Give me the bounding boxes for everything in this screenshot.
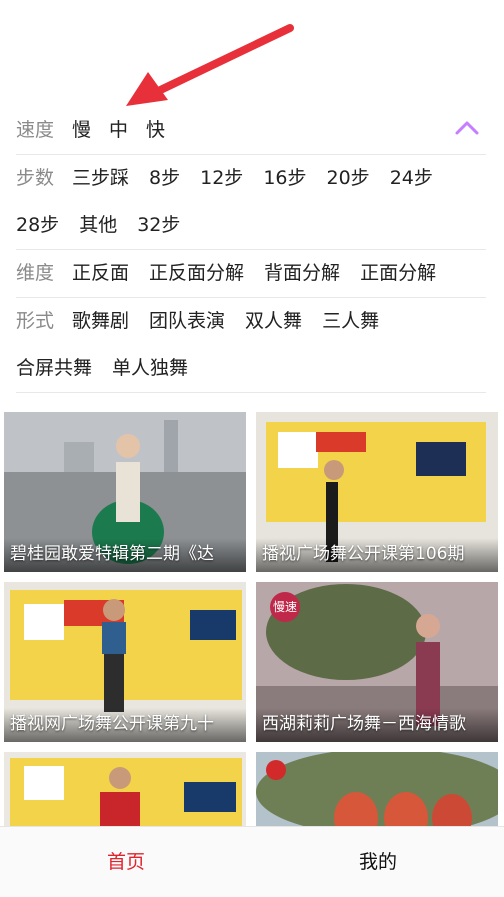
filter-row-form: 形式 歌舞剧 团队表演 双人舞 三人舞 合屏共舞 单人独舞: [16, 298, 486, 393]
filter-row-steps: 步数 三步踩 8步 12步 16步 20步 24步 28步 其他 32步: [16, 155, 486, 250]
speed-label: 速度: [16, 118, 55, 141]
form-label: 形式: [16, 310, 55, 332]
video-title: 播视网广场舞公开课第九十: [4, 708, 246, 742]
dimension-option[interactable]: 正面分解: [360, 250, 436, 297]
annotation-arrow-icon: [126, 24, 294, 106]
chevron-up-icon[interactable]: [454, 118, 480, 138]
bottom-tab-bar: 首页 我的: [0, 826, 504, 897]
video-thumbnail: [256, 752, 498, 826]
tab-mine[interactable]: 我的: [252, 827, 504, 897]
steps-option[interactable]: 16步: [263, 155, 306, 202]
form-option[interactable]: 歌舞剧: [72, 298, 129, 345]
steps-option[interactable]: 24步: [390, 155, 433, 202]
form-option[interactable]: 合屏共舞: [16, 345, 92, 392]
steps-option[interactable]: 其他: [79, 202, 117, 249]
steps-option[interactable]: 32步: [137, 202, 180, 249]
speed-option-medium[interactable]: 中: [109, 107, 128, 154]
form-option[interactable]: 双人舞: [245, 298, 302, 345]
video-card[interactable]: [4, 752, 246, 826]
filter-panel: 速度 慢 中 快 步数 三步踩 8步 12步 16步 20步 24步 28步 其…: [16, 106, 486, 393]
dimension-label: 维度: [16, 262, 55, 284]
video-card[interactable]: 碧桂园敢爱特辑第二期《达: [4, 412, 246, 572]
steps-label: 步数: [16, 167, 55, 189]
filter-row-dimension: 维度 正反面 正反面分解 背面分解 正面分解: [16, 250, 486, 298]
video-title: 碧桂园敢爱特辑第二期《达: [4, 538, 246, 572]
steps-option[interactable]: 8步: [149, 155, 180, 202]
tab-home[interactable]: 首页: [0, 827, 252, 897]
video-card[interactable]: 播视网广场舞公开课第九十: [4, 582, 246, 742]
speed-option-slow[interactable]: 慢: [72, 107, 91, 154]
steps-option[interactable]: 三步踩: [72, 155, 129, 202]
steps-option[interactable]: 12步: [200, 155, 243, 202]
speed-badge: 慢速: [270, 592, 300, 622]
steps-option[interactable]: 28步: [16, 202, 59, 249]
steps-option[interactable]: 20步: [327, 155, 370, 202]
form-option[interactable]: 三人舞: [322, 298, 379, 345]
form-option[interactable]: 团队表演: [149, 298, 225, 345]
video-grid: 碧桂园敢爱特辑第二期《达 播视广场舞公开课第106期 播视网广场舞公开课第九十: [4, 412, 500, 826]
dimension-option[interactable]: 背面分解: [264, 250, 340, 297]
video-card[interactable]: [256, 752, 498, 826]
dimension-option[interactable]: 正反面分解: [149, 250, 244, 297]
filter-row-speed: 速度 慢 中 快: [16, 106, 486, 155]
dimension-option[interactable]: 正反面: [72, 250, 129, 297]
video-card[interactable]: 播视广场舞公开课第106期: [256, 412, 498, 572]
speed-option-fast[interactable]: 快: [146, 107, 165, 154]
video-title: 西湖莉莉广场舞－西海情歌: [256, 708, 498, 742]
video-card[interactable]: 慢速 西湖莉莉广场舞－西海情歌: [256, 582, 498, 742]
video-title: 播视广场舞公开课第106期: [256, 538, 498, 572]
form-option[interactable]: 单人独舞: [112, 345, 188, 392]
video-thumbnail: [4, 752, 246, 826]
